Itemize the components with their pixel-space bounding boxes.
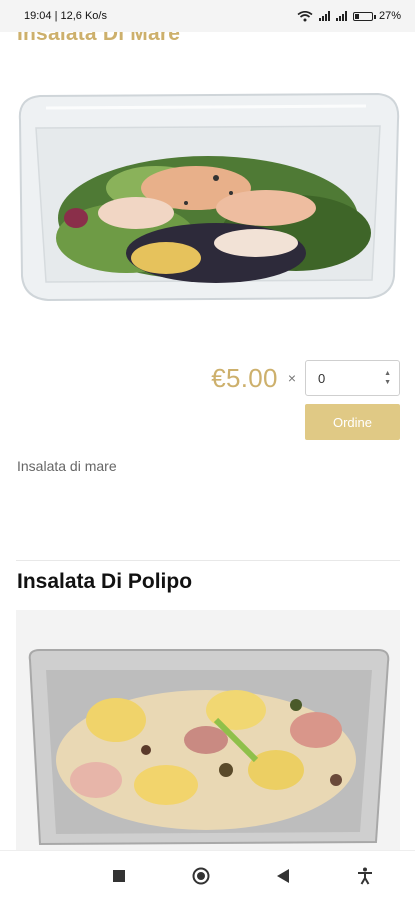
signal-icon (318, 11, 330, 21)
chevron-up-icon[interactable]: ▲ (384, 370, 391, 377)
product-image-octopus-salad (16, 610, 400, 850)
square-icon (113, 869, 125, 882)
quantity-value: 0 (318, 370, 326, 386)
system-nav-bar (0, 850, 415, 900)
status-icons: 27% (297, 10, 401, 22)
recents-button[interactable] (107, 864, 131, 888)
accessibility-button[interactable] (353, 864, 377, 888)
status-time: 19:04 | 12,6 Ko/s (24, 10, 107, 22)
product-description: Insalata di mare (17, 458, 117, 474)
order-button[interactable]: Ordine (305, 404, 400, 440)
quantity-stepper[interactable]: ▲ ▼ (384, 370, 391, 386)
circle-icon (192, 867, 210, 884)
multiply-sign: × (287, 370, 296, 386)
signal-icon (335, 11, 347, 21)
back-button[interactable] (271, 864, 295, 888)
wifi-icon (297, 10, 313, 21)
battery-text: 27% (378, 10, 401, 22)
home-button[interactable] (189, 864, 213, 888)
divider (16, 560, 400, 561)
accessibility-icon (358, 867, 372, 885)
triangle-back-icon (277, 868, 289, 883)
product-price: €5.00 (211, 362, 278, 393)
product-title: Insalata Di Polipo (17, 570, 193, 593)
page-content: Insalata Di Mare €5.00 × 0 ▲ ▼ Ordine In… (0, 32, 415, 850)
battery-icon (352, 11, 376, 21)
price-row: €5.00 × 0 ▲ ▼ (211, 360, 400, 396)
chevron-down-icon[interactable]: ▼ (384, 379, 391, 386)
product-image-seafood-salad (16, 68, 400, 338)
status-bar: 19:04 | 12,6 Ko/s 27% (0, 0, 415, 32)
battery-level (354, 13, 359, 19)
product-title: Insalata Di Mare (17, 32, 181, 45)
quantity-input[interactable]: 0 ▲ ▼ (305, 360, 400, 396)
